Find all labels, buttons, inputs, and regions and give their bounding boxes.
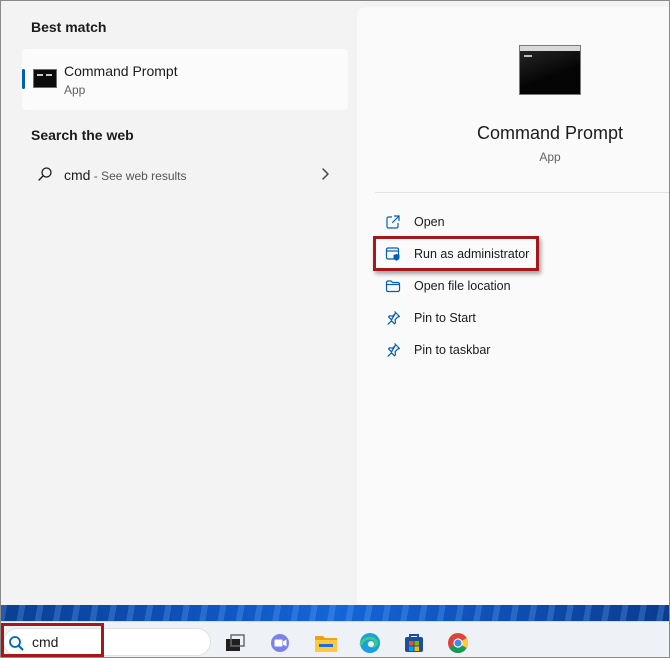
web-query: cmd - See web results <box>64 167 187 183</box>
open-action[interactable]: Open <box>375 207 655 237</box>
preview-divider <box>375 192 669 193</box>
open-file-location-label: Open file location <box>414 279 511 293</box>
teams-chat-icon[interactable] <box>268 632 292 654</box>
open-file-location-action[interactable]: Open file location <box>375 271 655 301</box>
pin-to-start-action[interactable]: Pin to Start <box>375 303 655 333</box>
pin-icon <box>387 343 401 358</box>
chrome-icon[interactable] <box>446 632 470 654</box>
web-search-result[interactable]: cmd - See web results <box>22 157 348 193</box>
task-view-icon[interactable] <box>223 632 247 654</box>
best-match-heading: Best match <box>31 19 107 35</box>
file-explorer-icon[interactable] <box>314 632 338 654</box>
web-query-hint: - See web results <box>90 169 187 183</box>
search-web-heading: Search the web <box>31 127 134 143</box>
start-search-window: Best match Command Prompt App Search the… <box>0 0 670 658</box>
pin-to-taskbar-label: Pin to taskbar <box>414 343 491 357</box>
folder-icon <box>385 280 401 293</box>
open-external-icon <box>386 215 400 229</box>
edge-icon[interactable] <box>358 632 382 654</box>
command-prompt-large-icon <box>519 45 581 95</box>
run-as-administrator-annotation <box>373 236 539 271</box>
search-icon <box>38 167 52 181</box>
selection-indicator <box>22 69 25 89</box>
desktop-wallpaper-strip <box>1 605 669 621</box>
preview-type: App <box>539 150 561 164</box>
pin-to-taskbar-action[interactable]: Pin to taskbar <box>375 335 655 365</box>
open-action-label: Open <box>414 215 445 229</box>
chevron-right-icon <box>322 168 329 180</box>
command-prompt-icon <box>33 69 57 88</box>
pin-to-start-label: Pin to Start <box>414 311 476 325</box>
preview-title: Command Prompt <box>476 123 624 143</box>
search-results-panel: Best match Command Prompt App Search the… <box>1 1 357 605</box>
search-box-annotation <box>1 623 104 657</box>
best-match-type: App <box>64 83 86 97</box>
app-preview-pane: Command Prompt App Open Run as administr… <box>357 7 669 605</box>
best-match-result[interactable]: Command Prompt App <box>22 49 348 110</box>
pin-icon <box>387 311 401 326</box>
microsoft-store-icon[interactable] <box>402 632 426 654</box>
web-query-text: cmd <box>64 167 91 183</box>
best-match-name: Command Prompt <box>64 63 178 79</box>
